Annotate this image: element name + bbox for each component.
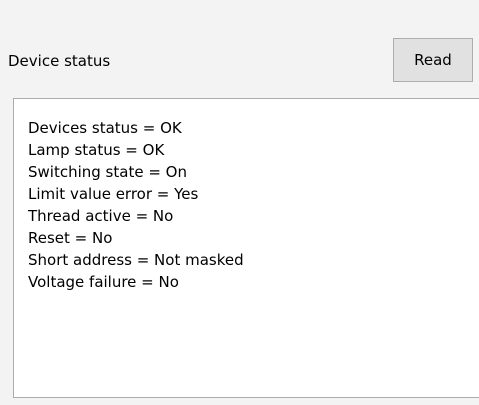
status-line-short-address: Short address = Not masked <box>28 251 244 269</box>
status-line-voltage-failure: Voltage failure = No <box>28 273 179 291</box>
status-line-limit-value-error: Limit value error = Yes <box>28 185 199 203</box>
device-status-label: Device status <box>8 52 111 70</box>
status-line-lamp-status: Lamp status = OK <box>28 141 165 159</box>
status-line-devices-status: Devices status = OK <box>28 119 182 137</box>
device-status-output[interactable]: Devices status = OK Lamp status = OK Swi… <box>13 98 479 398</box>
read-button[interactable]: Read <box>393 38 473 82</box>
status-line-thread-active: Thread active = No <box>28 207 174 225</box>
device-status-panel: Device status Read Devices status = OK L… <box>0 0 479 405</box>
status-line-reset: Reset = No <box>28 229 113 247</box>
status-line-switching-state: Switching state = On <box>28 163 187 181</box>
